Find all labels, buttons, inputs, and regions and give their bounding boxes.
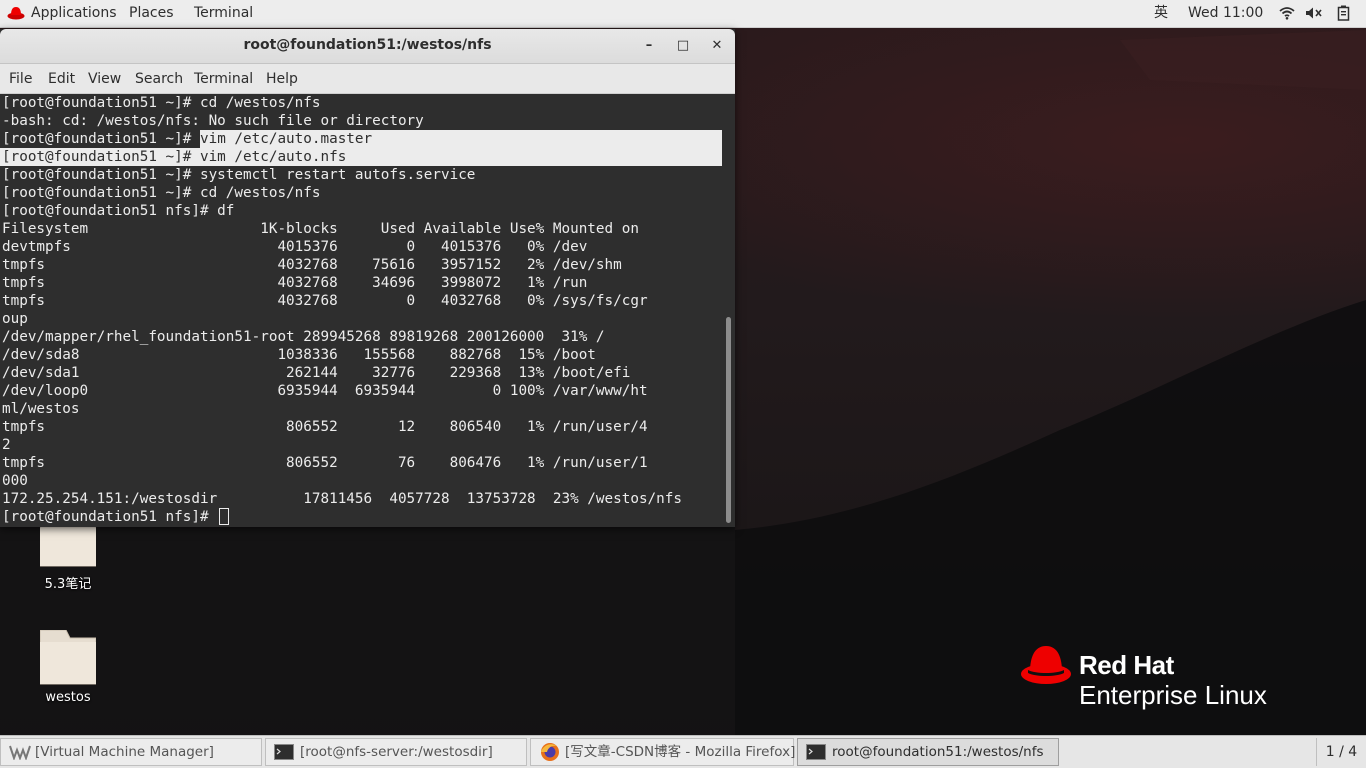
top-panel: Applications Places Terminal 英 Wed 11:00 [0, 0, 1366, 28]
terminal-line: tmpfs 4032768 75616 3957152 2% /dev/shm [2, 257, 622, 273]
terminal-line: /dev/sda8 1038336 155568 882768 15% /boo… [2, 347, 596, 363]
terminal-line: [root@foundation51 nfs]# df [2, 203, 235, 219]
terminal-line: [root@foundation51 ~]# vim /etc/auto.nfs [2, 149, 347, 165]
redhat-logo-icon [1021, 646, 1071, 684]
terminal-line: tmpfs 4032768 0 4032768 0% /sys/fs/cgr [2, 293, 648, 309]
desktop-folder-westos[interactable]: westos [23, 630, 113, 710]
task-label: [root@nfs-server:/westosdir] [300, 744, 493, 760]
terminal-line: 2 [2, 437, 11, 453]
task-virtual-machine-manager[interactable]: [Virtual Machine Manager] [0, 738, 262, 766]
brand-line-1: Red Hat [1079, 650, 1174, 680]
terminal-icon [806, 744, 826, 760]
terminal-line: tmpfs 806552 76 806476 1% /run/user/1 [2, 455, 648, 471]
redhat-menu-icon [7, 7, 25, 20]
terminal-line: [root@foundation51 ~]# cd /westos/nfs [2, 185, 321, 201]
terminal-line: [root@foundation51 nfs]# [2, 508, 230, 526]
terminal-line: /dev/loop0 6935944 6935944 0 100% /var/w… [2, 383, 648, 399]
terminal-line: tmpfs 806552 12 806540 1% /run/user/4 [2, 419, 648, 435]
terminal-line: [root@foundation51 ~]# vim /etc/auto.mas… [2, 131, 373, 147]
terminal-line: -bash: cd: /westos/nfs: No such file or … [2, 113, 424, 129]
terminal-line: [root@foundation51 ~]# systemctl restart… [2, 167, 476, 183]
menu-terminal[interactable]: Terminal [194, 70, 253, 88]
task-nfs-server-terminal[interactable]: [root@nfs-server:/westosdir] [265, 738, 527, 766]
terminal-line: 000 [2, 473, 28, 489]
task-foundation51-terminal[interactable]: root@foundation51:/westos/nfs [797, 738, 1059, 766]
window-titlebar[interactable]: root@foundation51:/westos/nfs – □ ✕ [0, 29, 735, 64]
input-method-indicator[interactable]: 英 [1154, 4, 1168, 22]
folder-icon [40, 630, 96, 685]
task-label: root@foundation51:/westos/nfs [832, 744, 1044, 760]
menu-help[interactable]: Help [266, 70, 298, 88]
task-firefox[interactable]: [写文章-CSDN博客 - Mozilla Firefox] [530, 738, 796, 766]
menu-view[interactable]: View [88, 70, 121, 88]
menu-bar: File Edit View Search Terminal Help [0, 64, 735, 94]
terminal-line: /dev/sda1 262144 32776 229368 13% /boot/… [2, 365, 631, 381]
applications-menu[interactable]: Applications [31, 4, 117, 22]
terminal-line: ml/westos [2, 401, 80, 417]
menu-edit[interactable]: Edit [48, 70, 75, 88]
desktop-icon-label: 5.3笔记 [44, 577, 92, 592]
terminal-line: devtmpfs 4015376 0 4015376 0% /dev [2, 239, 588, 255]
battery-icon[interactable] [1337, 5, 1351, 21]
terminal-line: oup [2, 311, 28, 327]
terminal-line: 172.25.254.151:/westosdir 17811456 40577… [2, 491, 682, 507]
terminal-output[interactable]: [root@foundation51 ~]# cd /westos/nfs -ba… [0, 94, 722, 527]
text-cursor [219, 508, 230, 525]
desktop-icon-label: westos [45, 690, 91, 705]
terminal-line: Filesystem 1K-blocks Used Available Use%… [2, 221, 639, 237]
redhat-enterprise-linux-logo: Red Hat Enterprise Linux [1020, 644, 1267, 710]
close-button[interactable]: ✕ [708, 37, 726, 55]
task-label: [Virtual Machine Manager] [35, 744, 214, 760]
minimize-button[interactable]: – [640, 37, 658, 55]
volume-muted-icon[interactable] [1305, 6, 1323, 20]
bottom-taskbar: [Virtual Machine Manager] [root@nfs-serv… [0, 735, 1366, 768]
terminal-line: [root@foundation51 ~]# cd /westos/nfs [2, 95, 321, 111]
terminal-line: /dev/mapper/rhel_foundation51-root 28994… [2, 329, 605, 345]
window-title: root@foundation51:/westos/nfs [243, 37, 492, 53]
terminal-icon [274, 744, 294, 760]
places-menu[interactable]: Places [129, 4, 174, 22]
vmm-icon [9, 745, 31, 760]
brand-line-2: Enterprise Linux [1079, 680, 1267, 710]
wifi-icon[interactable] [1279, 6, 1295, 20]
workspace-switcher[interactable]: 1 / 4 [1316, 738, 1366, 766]
firefox-icon [541, 743, 559, 761]
menu-search[interactable]: Search [135, 70, 183, 88]
task-label: [写文章-CSDN博客 - Mozilla Firefox] [565, 744, 796, 760]
menu-file[interactable]: File [9, 70, 32, 88]
maximize-button[interactable]: □ [674, 37, 692, 55]
terminal-window[interactable]: root@foundation51:/westos/nfs – □ ✕ File… [0, 29, 735, 527]
desktop-folder-notes[interactable]: 5.3笔记 [23, 518, 113, 598]
terminal-scrollbar[interactable] [722, 94, 735, 527]
scrollbar-thumb[interactable] [726, 317, 731, 523]
terminal-line: tmpfs 4032768 34696 3998072 1% /run [2, 275, 588, 291]
terminal-app-menu[interactable]: Terminal [194, 4, 253, 22]
clock[interactable]: Wed 11:00 [1188, 4, 1263, 22]
